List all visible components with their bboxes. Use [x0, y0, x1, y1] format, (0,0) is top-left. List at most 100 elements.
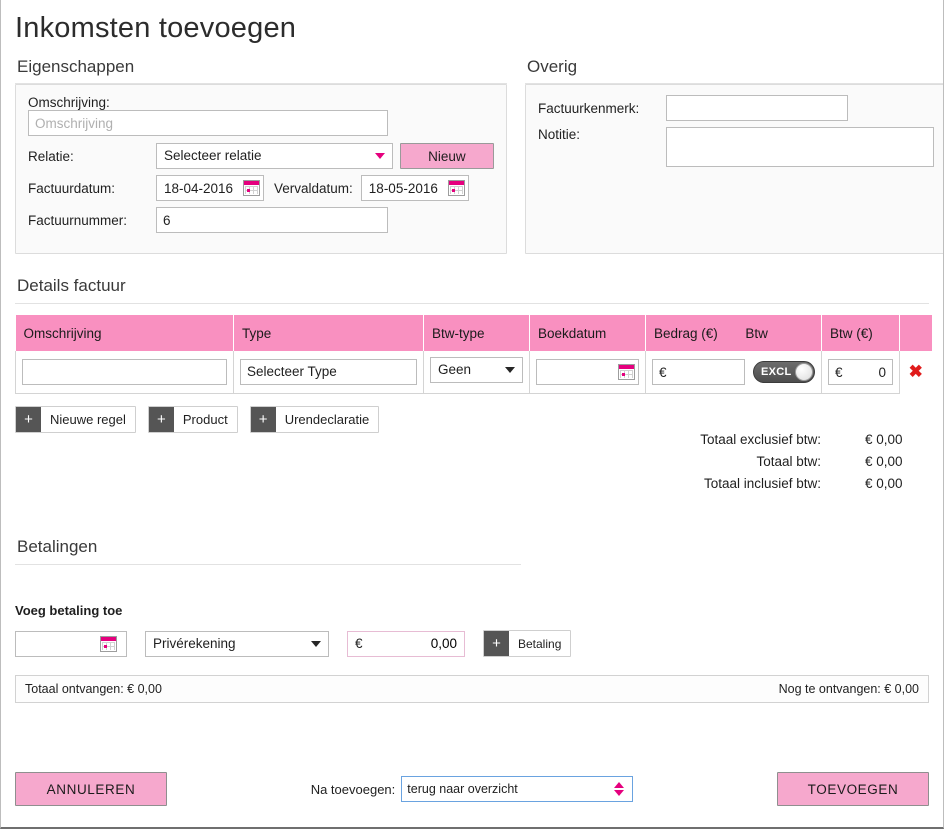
total-incl-label: Totaal inclusief btw: [703, 476, 821, 491]
add-betaling-label: Betaling [518, 636, 562, 651]
na-toevoegen-group: Na toevoegen: terug naar overzicht [167, 776, 777, 802]
eigenschappen-panel: Omschrijving: Relatie: Selecteer relatie… [15, 84, 507, 254]
na-toevoegen-value: terug naar overzicht [407, 782, 518, 796]
nog-te-ontvangen: Nog te ontvangen: € 0,00 [778, 682, 919, 696]
overig-column: Overig Factuurkenmerk: Notitie: [525, 49, 943, 254]
omschrijving-input[interactable] [28, 110, 388, 136]
add-urendeclaratie-button[interactable]: + Urendeclaratie [249, 406, 380, 433]
row-btw-input[interactable] [842, 364, 886, 380]
row-bedrag-input[interactable] [666, 364, 738, 380]
row-btw-type-value: Geen [438, 361, 472, 377]
submit-group: TOEVOEGEN [777, 772, 929, 806]
row-omschrijving-input[interactable] [22, 359, 227, 385]
factuurnummer-input[interactable] [156, 207, 388, 233]
col-type: Type [233, 315, 424, 351]
sort-arrows-icon [614, 781, 625, 797]
add-betaling-button[interactable]: + Betaling [483, 630, 572, 657]
total-btw-label: Totaal btw: [756, 454, 821, 469]
btw-incl-excl-toggle[interactable]: EXCL [753, 361, 815, 383]
col-btw-euro: Btw (€) [821, 315, 900, 351]
row-type-select[interactable]: Selecteer Type [240, 359, 417, 385]
payment-date-field[interactable] [15, 630, 127, 657]
add-nieuwe-regel-label: Nieuwe regel [50, 412, 126, 427]
delete-row-icon[interactable]: ✖ [909, 362, 923, 381]
total-incl-row: Totaal inclusief btw: € 0,00 [619, 476, 929, 491]
payment-account-value: Privérekening [153, 635, 236, 651]
add-buttons-row: + Nieuwe regel + Product + Urendeclarati… [15, 406, 929, 433]
betalingen-section: Betalingen [1, 529, 943, 565]
cell-type: Selecteer Type [233, 351, 424, 394]
na-toevoegen-select[interactable]: terug naar overzicht [401, 776, 634, 802]
factuurdatum-field[interactable] [156, 175, 264, 201]
row-btw-type-select[interactable]: Geen [430, 356, 523, 383]
add-product-button[interactable]: + Product [147, 406, 238, 433]
totaal-ontvangen: Totaal ontvangen: € 0,00 [25, 682, 162, 696]
chevron-down-icon [374, 153, 385, 159]
add-nieuwe-regel-button[interactable]: + Nieuwe regel [15, 406, 136, 433]
vervaldatum-field[interactable] [360, 175, 469, 201]
notitie-row: Notitie: [538, 127, 934, 167]
calendar-icon[interactable] [447, 180, 465, 196]
plus-icon: + [16, 407, 41, 432]
row-btw-field[interactable]: € [828, 359, 893, 385]
totals-block: Totaal exclusief btw: € 0,00 Totaal btw:… [619, 432, 929, 498]
payment-row: Privérekening € + Betaling [15, 630, 943, 657]
factuurnummer-row: Factuurnummer: [28, 207, 494, 233]
cell-delete: ✖ [899, 351, 932, 394]
col-btw: Btw [745, 325, 768, 341]
row-boekdatum-input[interactable] [537, 360, 618, 384]
calendar-icon[interactable] [618, 364, 635, 380]
voeg-betaling-label: Voeg betaling toe [15, 603, 123, 618]
betalingen-heading: Betalingen [15, 529, 521, 565]
col-omschrijving: Omschrijving [15, 315, 234, 351]
cell-boekdatum [529, 351, 646, 394]
col-actions [899, 315, 932, 351]
relatie-row: Relatie: Selecteer relatie Nieuw [28, 143, 494, 169]
payment-date-input[interactable] [16, 631, 100, 656]
notitie-label: Notitie: [538, 127, 581, 142]
vervaldatum-label: Vervaldatum: [274, 180, 353, 196]
total-incl-value: € 0,00 [865, 476, 903, 491]
cell-omschrijving [15, 351, 234, 394]
euro-symbol: € [659, 364, 667, 380]
relatie-select[interactable]: Selecteer relatie [156, 143, 393, 169]
total-excl-value: € 0,00 [865, 432, 903, 447]
vervaldatum-input[interactable] [361, 176, 448, 200]
payment-amount-input[interactable] [362, 636, 457, 651]
col-bedrag: Bedrag (€) [654, 325, 718, 341]
factuurdatum-input[interactable] [157, 176, 243, 200]
payment-account-select[interactable]: Privérekening [145, 630, 329, 657]
details-heading: Details factuur [15, 268, 929, 304]
omschrijving-label: Omschrijving: [28, 95, 110, 110]
submit-button[interactable]: TOEVOEGEN [777, 772, 929, 806]
plus-icon: + [148, 407, 174, 432]
row-boekdatum-field[interactable] [536, 359, 639, 385]
factuurkenmerk-row: Factuurkenmerk: [538, 95, 934, 121]
cell-btw-euro: € [821, 351, 900, 394]
calendar-icon[interactable] [243, 180, 260, 196]
payment-amount-field[interactable]: € [347, 630, 465, 657]
add-urendeclaratie-label: Urendeclaratie [284, 412, 370, 427]
btw-toggle-label: EXCL [761, 366, 792, 378]
nieuw-relatie-button[interactable]: Nieuw [399, 143, 494, 169]
total-btw-value: € 0,00 [865, 454, 903, 469]
cancel-button[interactable]: ANNULEREN [15, 772, 167, 806]
plus-icon: + [250, 407, 276, 432]
eigenschappen-heading: Eigenschappen [15, 49, 507, 84]
toggle-knob [795, 363, 813, 381]
factuurkenmerk-input[interactable] [666, 95, 848, 121]
factuurdatum-label: Factuurdatum: [28, 180, 116, 196]
footer-action-bar: ANNULEREN Na toevoegen: terug naar overz… [1, 767, 943, 811]
calendar-icon[interactable] [100, 635, 117, 652]
eigenschappen-column: Eigenschappen Omschrijving: Relatie: Sel… [15, 49, 507, 254]
details-table-header-row: Omschrijving Type Btw-type Boekdatum Bed… [15, 315, 932, 351]
details-table: Omschrijving Type Btw-type Boekdatum Bed… [15, 315, 932, 394]
row-bedrag-field[interactable]: € [652, 359, 745, 385]
notitie-textarea[interactable] [666, 127, 934, 167]
cell-bedrag-btw: € EXCL [645, 351, 822, 394]
datum-row: Factuurdatum: Vervaldatum: [28, 175, 494, 201]
euro-symbol: € [835, 364, 843, 380]
table-row: Selecteer Type Geen € EXCL € 0 ✖ [15, 351, 932, 394]
na-toevoegen-label: Na toevoegen: [310, 781, 396, 797]
top-section: Eigenschappen Omschrijving: Relatie: Sel… [1, 49, 943, 254]
